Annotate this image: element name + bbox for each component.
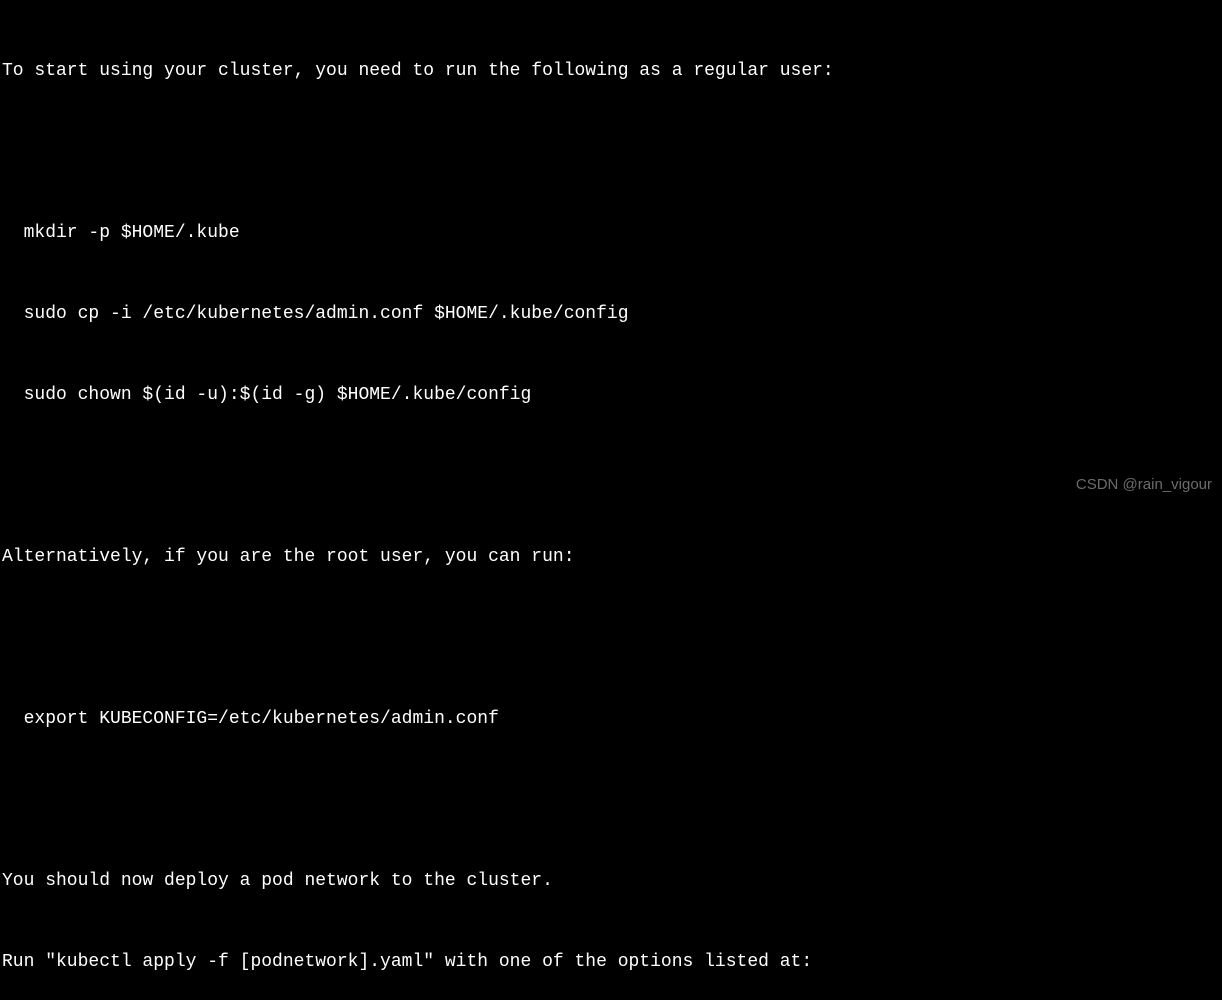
terminal-output: To start using your cluster, you need to… <box>0 0 1222 1000</box>
terminal-line: export KUBECONFIG=/etc/kubernetes/admin.… <box>2 706 1220 733</box>
terminal-line: sudo chown $(id -u):$(id -g) $HOME/.kube… <box>2 382 1220 409</box>
terminal-line <box>2 463 1220 490</box>
terminal-line: sudo cp -i /etc/kubernetes/admin.conf $H… <box>2 301 1220 328</box>
terminal-line <box>2 625 1220 652</box>
terminal-line <box>2 787 1220 814</box>
terminal-line: Alternatively, if you are the root user,… <box>2 544 1220 571</box>
terminal-line: mkdir -p $HOME/.kube <box>2 220 1220 247</box>
terminal-line: Run "kubectl apply -f [podnetwork].yaml"… <box>2 949 1220 976</box>
terminal-line: To start using your cluster, you need to… <box>2 58 1220 85</box>
terminal-line <box>2 139 1220 166</box>
terminal-line: You should now deploy a pod network to t… <box>2 868 1220 895</box>
watermark-text: CSDN @rain_vigour <box>1076 474 1212 497</box>
